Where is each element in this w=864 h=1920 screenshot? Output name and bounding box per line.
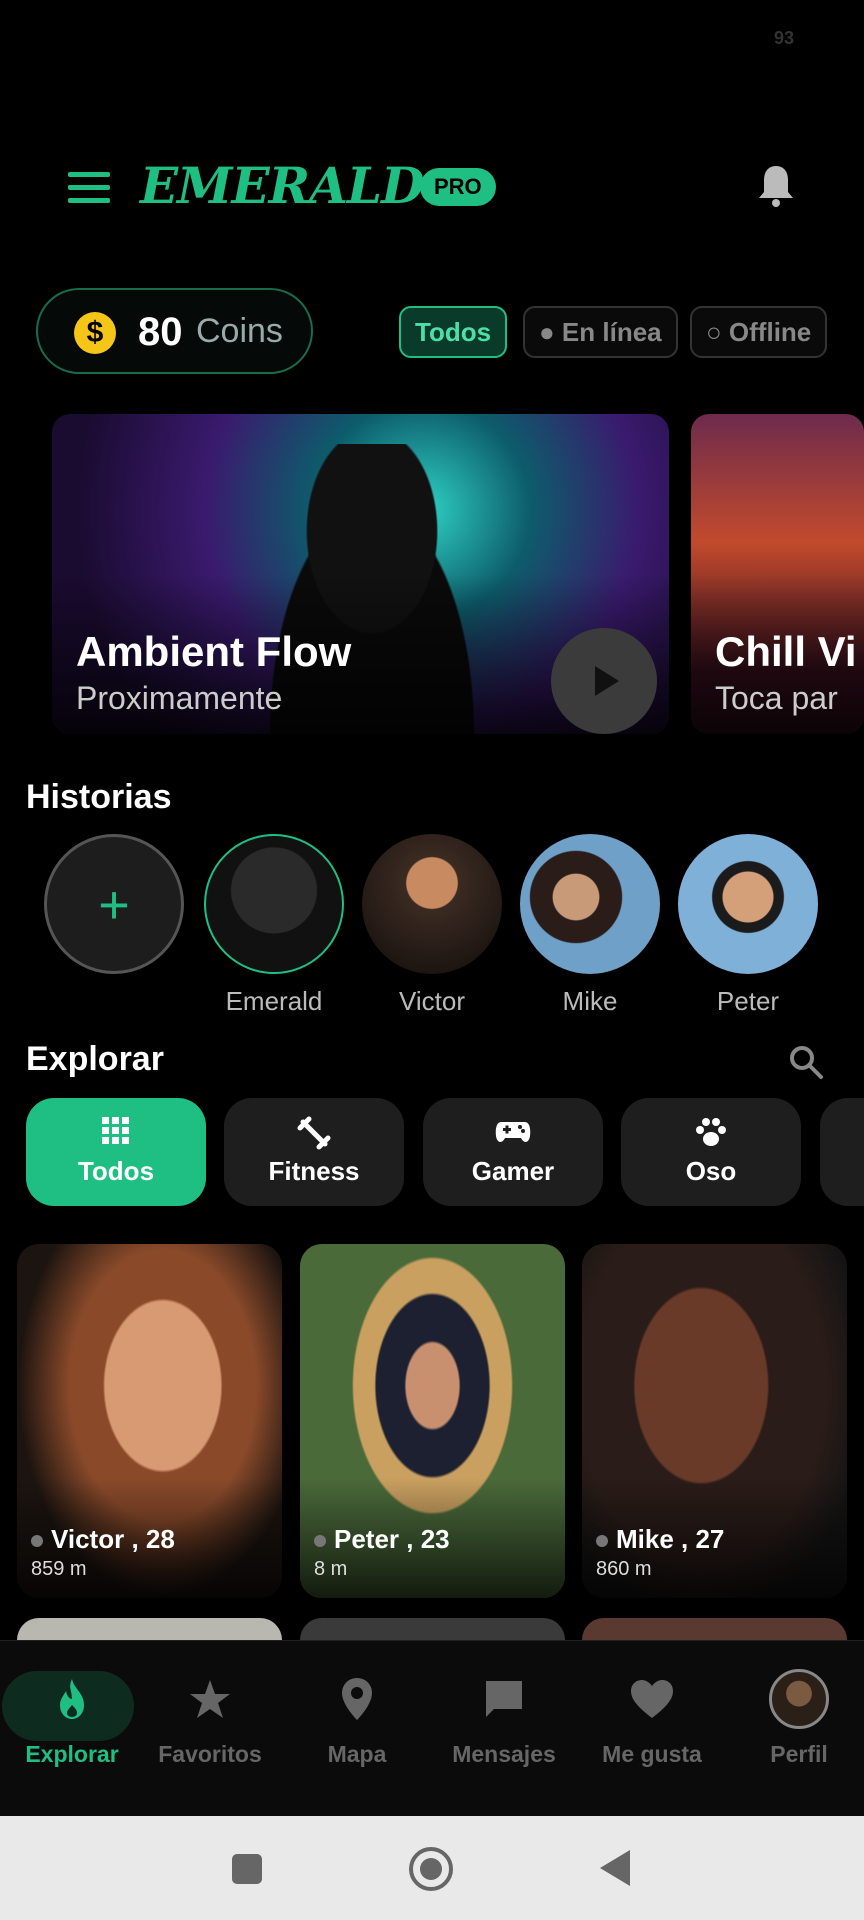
recents-button[interactable] [230,1852,264,1886]
heart-icon [580,1671,724,1727]
pro-badge: PRO [420,168,496,206]
story-name: Mike [562,986,618,1016]
flame-icon [0,1671,144,1727]
profile-name: Mike , 27 [596,1524,724,1555]
system-nav-bar [0,1816,864,1920]
category-label: Oso [685,1156,737,1186]
profile-grid: Victor , 28 859 m Peter , 23 8 m Mike , … [0,1244,864,1658]
play-icon [595,666,619,696]
nav-label: Mapa [327,1741,387,1767]
category-label: Todos [77,1156,155,1186]
stories-row: + Emerald Victor Mike Peter [0,830,864,1020]
profile-name: Victor , 28 [31,1524,175,1555]
app-logo: EMERALD [140,156,424,215]
story-avatar [204,834,344,974]
avatar [769,1669,829,1729]
story-name: Emerald [225,986,323,1016]
filter-offline[interactable]: ○ Offline [690,306,828,358]
category-row: Todos Fitness Gamer Oso [0,1098,864,1206]
category-fitness[interactable]: Fitness [224,1098,404,1206]
story-item[interactable]: Peter [678,834,818,1017]
category-todos[interactable]: Todos [26,1098,206,1206]
battery-level: 93 [773,28,794,48]
filter-todos[interactable]: Todos [399,306,508,358]
status-bar: 93 [0,0,864,80]
profile-name: Peter , 23 [314,1524,450,1555]
paw-icon [621,1116,801,1148]
explore-title: Explorar [26,1040,164,1078]
nav-label: Favoritos [158,1741,262,1767]
status-dot [31,1535,43,1548]
story-avatar [362,834,502,974]
coins-value: 80 [138,310,183,354]
story-item[interactable]: Mike [520,834,660,1017]
profile-distance: 859 m [31,1558,87,1580]
map-pin-icon [285,1671,429,1727]
nav-me-gusta[interactable]: Me gusta [580,1671,724,1768]
story-avatar [520,834,660,974]
star-icon [138,1671,282,1727]
category-more[interactable] [820,1098,864,1206]
nav-label: Perfil [770,1741,828,1767]
story-item[interactable]: Emerald [204,834,344,1017]
gamepad-icon [423,1116,603,1148]
profile-card[interactable]: Mike , 27 860 m [582,1244,847,1598]
featured-card[interactable]: Chill Vi Toca par [691,414,864,734]
category-label: Gamer [471,1156,555,1186]
bottom-nav: Explorar Favoritos Mapa Mensajes Me gust… [0,1640,864,1816]
nav-favoritos[interactable]: Favoritos [138,1671,282,1768]
search-icon[interactable] [788,1044,824,1080]
play-button[interactable] [551,628,657,734]
profile-distance: 860 m [596,1558,652,1580]
nav-label: Mensajes [452,1741,556,1767]
profile-card[interactable]: Victor , 28 859 m [17,1244,282,1598]
bell-icon[interactable] [756,162,796,208]
category-oso[interactable]: Oso [621,1098,801,1206]
stories-title: Historias [26,778,172,816]
featured-card[interactable]: Ambient Flow Proximamente [52,414,669,734]
featured-subtitle: Proximamente [76,680,283,716]
dumbbell-icon [224,1116,404,1150]
back-button[interactable] [598,1848,632,1888]
coins-unit: Coins [196,312,283,350]
featured-title: Ambient Flow [76,628,352,675]
featured-subtitle: Toca par [715,680,838,716]
filter-online[interactable]: ● En línea [523,306,678,358]
menu-icon[interactable] [68,172,110,203]
filter-row: $ 80 Coins Todos ● En línea ○ Offline [0,288,864,374]
status-dot [596,1535,608,1548]
profile-distance: 8 m [314,1558,348,1580]
nav-label: Me gusta [602,1741,702,1767]
nav-mensajes[interactable]: Mensajes [432,1671,576,1768]
category-gamer[interactable]: Gamer [423,1098,603,1206]
coin-icon: $ [74,312,116,354]
featured-carousel: Ambient Flow Proximamente Chill Vi Toca … [0,414,864,734]
featured-title: Chill Vi [715,628,857,675]
profile-card[interactable]: Peter , 23 8 m [300,1244,565,1598]
story-item[interactable]: Victor [362,834,502,1017]
story-name: Victor [399,986,465,1016]
add-story-button[interactable]: + [44,834,184,974]
grid-icon [26,1116,206,1148]
status-dot [314,1535,326,1548]
nav-mapa[interactable]: Mapa [285,1671,429,1768]
nav-explorar[interactable]: Explorar [0,1671,144,1768]
story-avatar [678,834,818,974]
home-button[interactable] [408,1846,454,1892]
category-label: Fitness [268,1156,360,1186]
story-name: Peter [716,986,780,1016]
coins-balance[interactable]: $ 80 Coins [36,288,313,374]
nav-perfil[interactable]: Perfil [727,1669,864,1768]
nav-label: Explorar [25,1741,119,1767]
app-header: EMERALD PRO [0,150,864,220]
chat-icon [432,1671,576,1727]
